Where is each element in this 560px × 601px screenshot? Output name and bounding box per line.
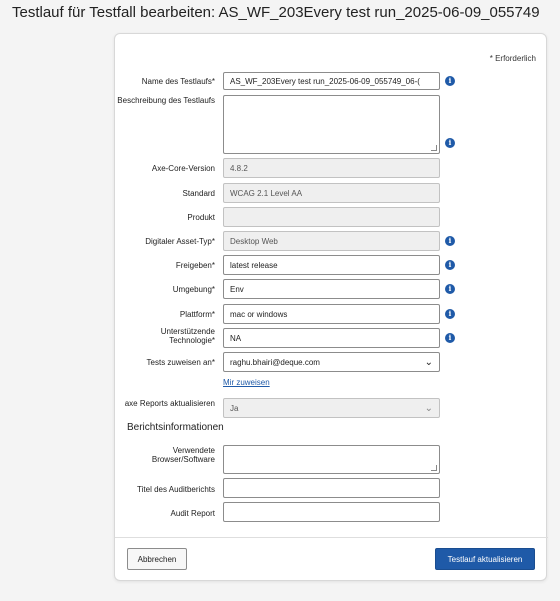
chevron-down-icon: ⌄ [424, 402, 433, 414]
environment-label: Umgebung* [172, 285, 215, 294]
assistive-tech-label: Unterstützende Technologie* [160, 327, 215, 345]
footer-divider [115, 537, 548, 538]
release-input[interactable]: latest release [223, 255, 440, 275]
axe-reports-select: Ja ⌄ [223, 398, 440, 418]
info-icon[interactable]: i [445, 284, 455, 294]
info-icon[interactable]: i [445, 333, 455, 343]
name-label: Name des Testlaufs* [141, 77, 215, 86]
chevron-down-icon: ⌄ [424, 356, 433, 368]
release-label: Freigeben* [175, 261, 215, 270]
edit-test-run-form: * Erforderlich Name des Testlaufs* AS_WF… [114, 33, 548, 581]
standard-field: WCAG 2.1 Level AA [223, 183, 440, 203]
environment-input[interactable]: Env [223, 279, 440, 299]
assign-to-me-link[interactable]: Mir zuweisen [223, 378, 270, 387]
assistive-tech-input[interactable]: NA [223, 328, 440, 348]
axe-reports-value: Ja [230, 403, 239, 413]
platform-input[interactable]: mac or windows [223, 304, 440, 324]
platform-label: Plattform* [179, 310, 215, 319]
standard-label: Standard [182, 189, 215, 198]
assign-tests-value: raghu.bhairi@deque.com [230, 357, 320, 367]
description-label: Beschreibung des Testlaufs [117, 96, 215, 105]
update-test-run-button[interactable]: Testlauf aktualisieren [435, 548, 535, 570]
page-title: Testlauf für Testfall bearbeiten: AS_WF_… [12, 4, 540, 21]
info-icon[interactable]: i [445, 236, 455, 246]
audit-title-label: Titel des Auditberichts [137, 485, 215, 494]
info-icon[interactable]: i [445, 260, 455, 270]
axe-core-label: Axe-Core-Version [151, 164, 215, 173]
info-icon[interactable]: i [445, 138, 455, 148]
asset-type-field: Desktop Web [223, 231, 440, 251]
browsers-textarea[interactable] [223, 445, 440, 474]
audit-report-label: Audit Report [170, 509, 215, 518]
audit-title-input[interactable] [223, 478, 440, 498]
browsers-label: Verwendete Browser/Software [151, 446, 215, 464]
assign-tests-select[interactable]: raghu.bhairi@deque.com ⌄ [223, 352, 440, 372]
audit-report-input[interactable] [223, 502, 440, 522]
assign-tests-label: Tests zuweisen an* [146, 358, 215, 367]
axe-reports-label: axe Reports aktualisieren [124, 399, 215, 408]
info-icon[interactable]: i [445, 76, 455, 86]
axe-core-version-field: 4.8.2 [223, 158, 440, 178]
product-field [223, 207, 440, 227]
asset-type-label: Digitaler Asset-Typ* [145, 237, 215, 246]
description-textarea[interactable] [223, 95, 440, 154]
test-run-name-input[interactable]: AS_WF_203Every test run_2025-06-09_05574… [223, 72, 440, 90]
report-section-title: Berichtsinformationen [127, 422, 224, 433]
cancel-button[interactable]: Abbrechen [127, 548, 187, 570]
resize-handle-icon[interactable] [431, 145, 437, 151]
product-label: Produkt [187, 213, 215, 222]
required-note: * Erforderlich [489, 54, 536, 63]
resize-handle-icon[interactable] [431, 465, 437, 471]
info-icon[interactable]: i [445, 309, 455, 319]
